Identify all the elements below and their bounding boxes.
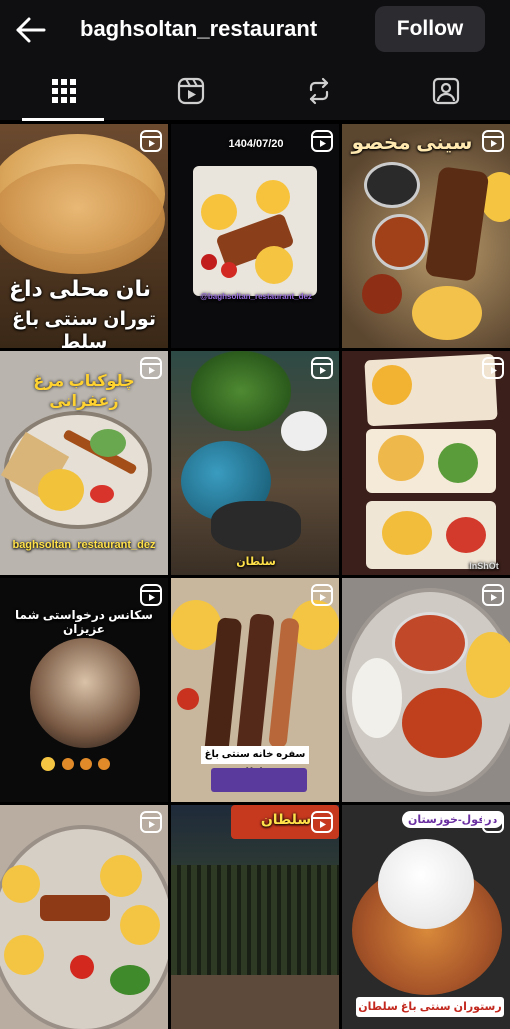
repost-icon	[309, 77, 328, 105]
emoji-row	[40, 756, 130, 772]
reel-icon	[482, 130, 504, 152]
profile-tabs	[0, 62, 510, 120]
post-tile[interactable]: سینی مخصو	[342, 124, 510, 348]
reel-icon	[311, 357, 333, 379]
reel-icon	[482, 357, 504, 379]
reel-icon	[311, 811, 333, 833]
profile-username: baghsoltan_restaurant	[80, 16, 318, 41]
grid-icon	[51, 79, 76, 103]
reel-icon	[482, 811, 504, 833]
tab-reels[interactable]	[127, 62, 254, 120]
profile-header: baghsoltan_restaurant Follow	[0, 0, 510, 62]
post-tile[interactable]: سکانس درخواستی شما عزیزان	[0, 578, 168, 802]
post-caption: رستوران سنتی باغ سلطان	[356, 997, 504, 1017]
back-arrow-icon[interactable]	[14, 14, 48, 46]
post-watermark: @baghsoltan_restaurant_dez	[200, 292, 312, 301]
post-tile[interactable]: سفره خانه سنتی باغ سلطان	[171, 578, 339, 802]
reel-icon	[140, 357, 162, 379]
post-tile[interactable]: سلطان	[171, 805, 339, 1029]
post-caption: سکانس درخواستی شما عزیزان	[15, 608, 153, 636]
post-handle: baghsoltan_restaurant_dez	[12, 539, 156, 551]
reel-icon	[140, 130, 162, 152]
follow-button[interactable]: Follow	[375, 6, 485, 52]
post-watermark: InShOt	[469, 561, 499, 571]
post-tile[interactable]: نان محلی داغ توران سنتی باغ سلط	[0, 124, 168, 348]
post-tile[interactable]: دزفول-خوزستان رستوران سنتی باغ سلطان	[342, 805, 510, 1029]
tab-posts-grid[interactable]	[0, 62, 127, 120]
post-date: 1404/07/20	[228, 138, 284, 150]
post-tile[interactable]: سلطان	[171, 351, 339, 575]
post-caption-secondary: توران سنتی باغ سلط	[12, 309, 156, 348]
reel-icon	[140, 584, 162, 606]
post-caption: سفره خانه سنتی باغ سلطان	[201, 746, 309, 778]
post-tile[interactable]	[0, 805, 168, 1029]
tab-reposts[interactable]	[255, 62, 382, 120]
post-caption: سینی مخصو	[351, 132, 473, 154]
reel-icon	[311, 130, 333, 152]
reel-icon	[140, 811, 162, 833]
reel-icon	[311, 584, 333, 606]
post-tile[interactable]: 1404/07/20 @baghsoltan_restaurant_dez	[171, 124, 339, 348]
post-tile[interactable]: InShOt	[342, 351, 510, 575]
active-tab-indicator	[22, 118, 104, 121]
post-caption: سلطان	[236, 556, 276, 568]
reels-icon	[177, 77, 204, 105]
tab-tagged[interactable]	[382, 62, 509, 120]
post-tile[interactable]	[342, 578, 510, 802]
tagged-person-icon	[432, 77, 459, 105]
post-tile[interactable]: چلوکباب مرغ زعفرانی baghsoltan_restauran…	[0, 351, 168, 575]
post-caption: نان محلی داغ	[8, 276, 152, 301]
reel-icon	[482, 584, 504, 606]
